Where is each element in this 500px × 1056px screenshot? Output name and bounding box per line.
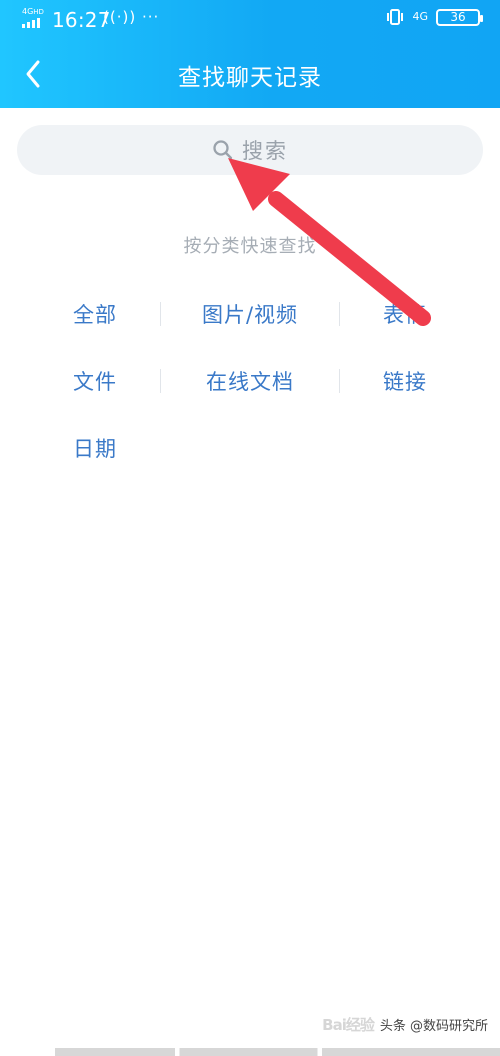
signal-indicator: 4GHD: [22, 8, 44, 28]
quick-filter-row-2: 文件 在线文档 链接: [0, 359, 500, 426]
watermark: Bai经验 头条 @数码研究所: [322, 1014, 488, 1035]
quick-filter-heading: 按分类快速查找: [183, 236, 317, 257]
bottom-strip: [55, 1048, 500, 1056]
signal-bars-icon: [22, 18, 40, 28]
filter-stickers[interactable]: 表情: [320, 292, 490, 336]
source-watermark: 头条 @数码研究所: [379, 1019, 488, 1034]
quick-filter-row-1: 全部 图片/视频 表情: [0, 292, 500, 359]
filter-links[interactable]: 链接: [320, 359, 490, 403]
filter-all[interactable]: 全部: [10, 292, 180, 336]
filter-images-videos[interactable]: 图片/视频: [165, 292, 335, 336]
network-left-label: 4G: [22, 7, 34, 16]
status-indicators: ((·)) ···: [103, 8, 160, 26]
baidu-watermark: Bai经验: [322, 1016, 375, 1034]
battery-icon: 36: [436, 8, 483, 26]
quick-filter-row-3: 日期: [0, 426, 500, 493]
network-left-sub-label: HD: [33, 8, 44, 16]
filter-date[interactable]: 日期: [10, 426, 180, 470]
vibrate-icon: [386, 8, 404, 26]
search-input[interactable]: 搜索: [17, 125, 483, 175]
filter-files[interactable]: 文件: [10, 359, 180, 403]
status-right-group: 4G 36: [386, 8, 483, 26]
page-title: 查找聊天记录: [178, 65, 322, 91]
filter-divider: [160, 369, 161, 393]
search-icon: [213, 140, 233, 160]
battery-level: 36: [450, 10, 466, 24]
quick-filter-grid: 全部 图片/视频 表情 文件 在线文档 链接 日期: [0, 292, 500, 493]
status-time: 16:27: [52, 8, 111, 32]
chat-history-search-screen: 4GHD 16:27 ((·)) ··· 4G 36 查找聊天记录 搜索 按分类…: [0, 0, 500, 1056]
top-bar: 4GHD 16:27 ((·)) ··· 4G 36 查找聊天记录: [0, 0, 500, 108]
status-bar: 4GHD 16:27 ((·)) ··· 4G 36: [0, 0, 500, 38]
filter-online-docs[interactable]: 在线文档: [165, 359, 335, 403]
filter-divider: [160, 302, 161, 326]
network-right-label: 4G: [412, 10, 428, 23]
search-placeholder: 搜索: [242, 139, 288, 163]
